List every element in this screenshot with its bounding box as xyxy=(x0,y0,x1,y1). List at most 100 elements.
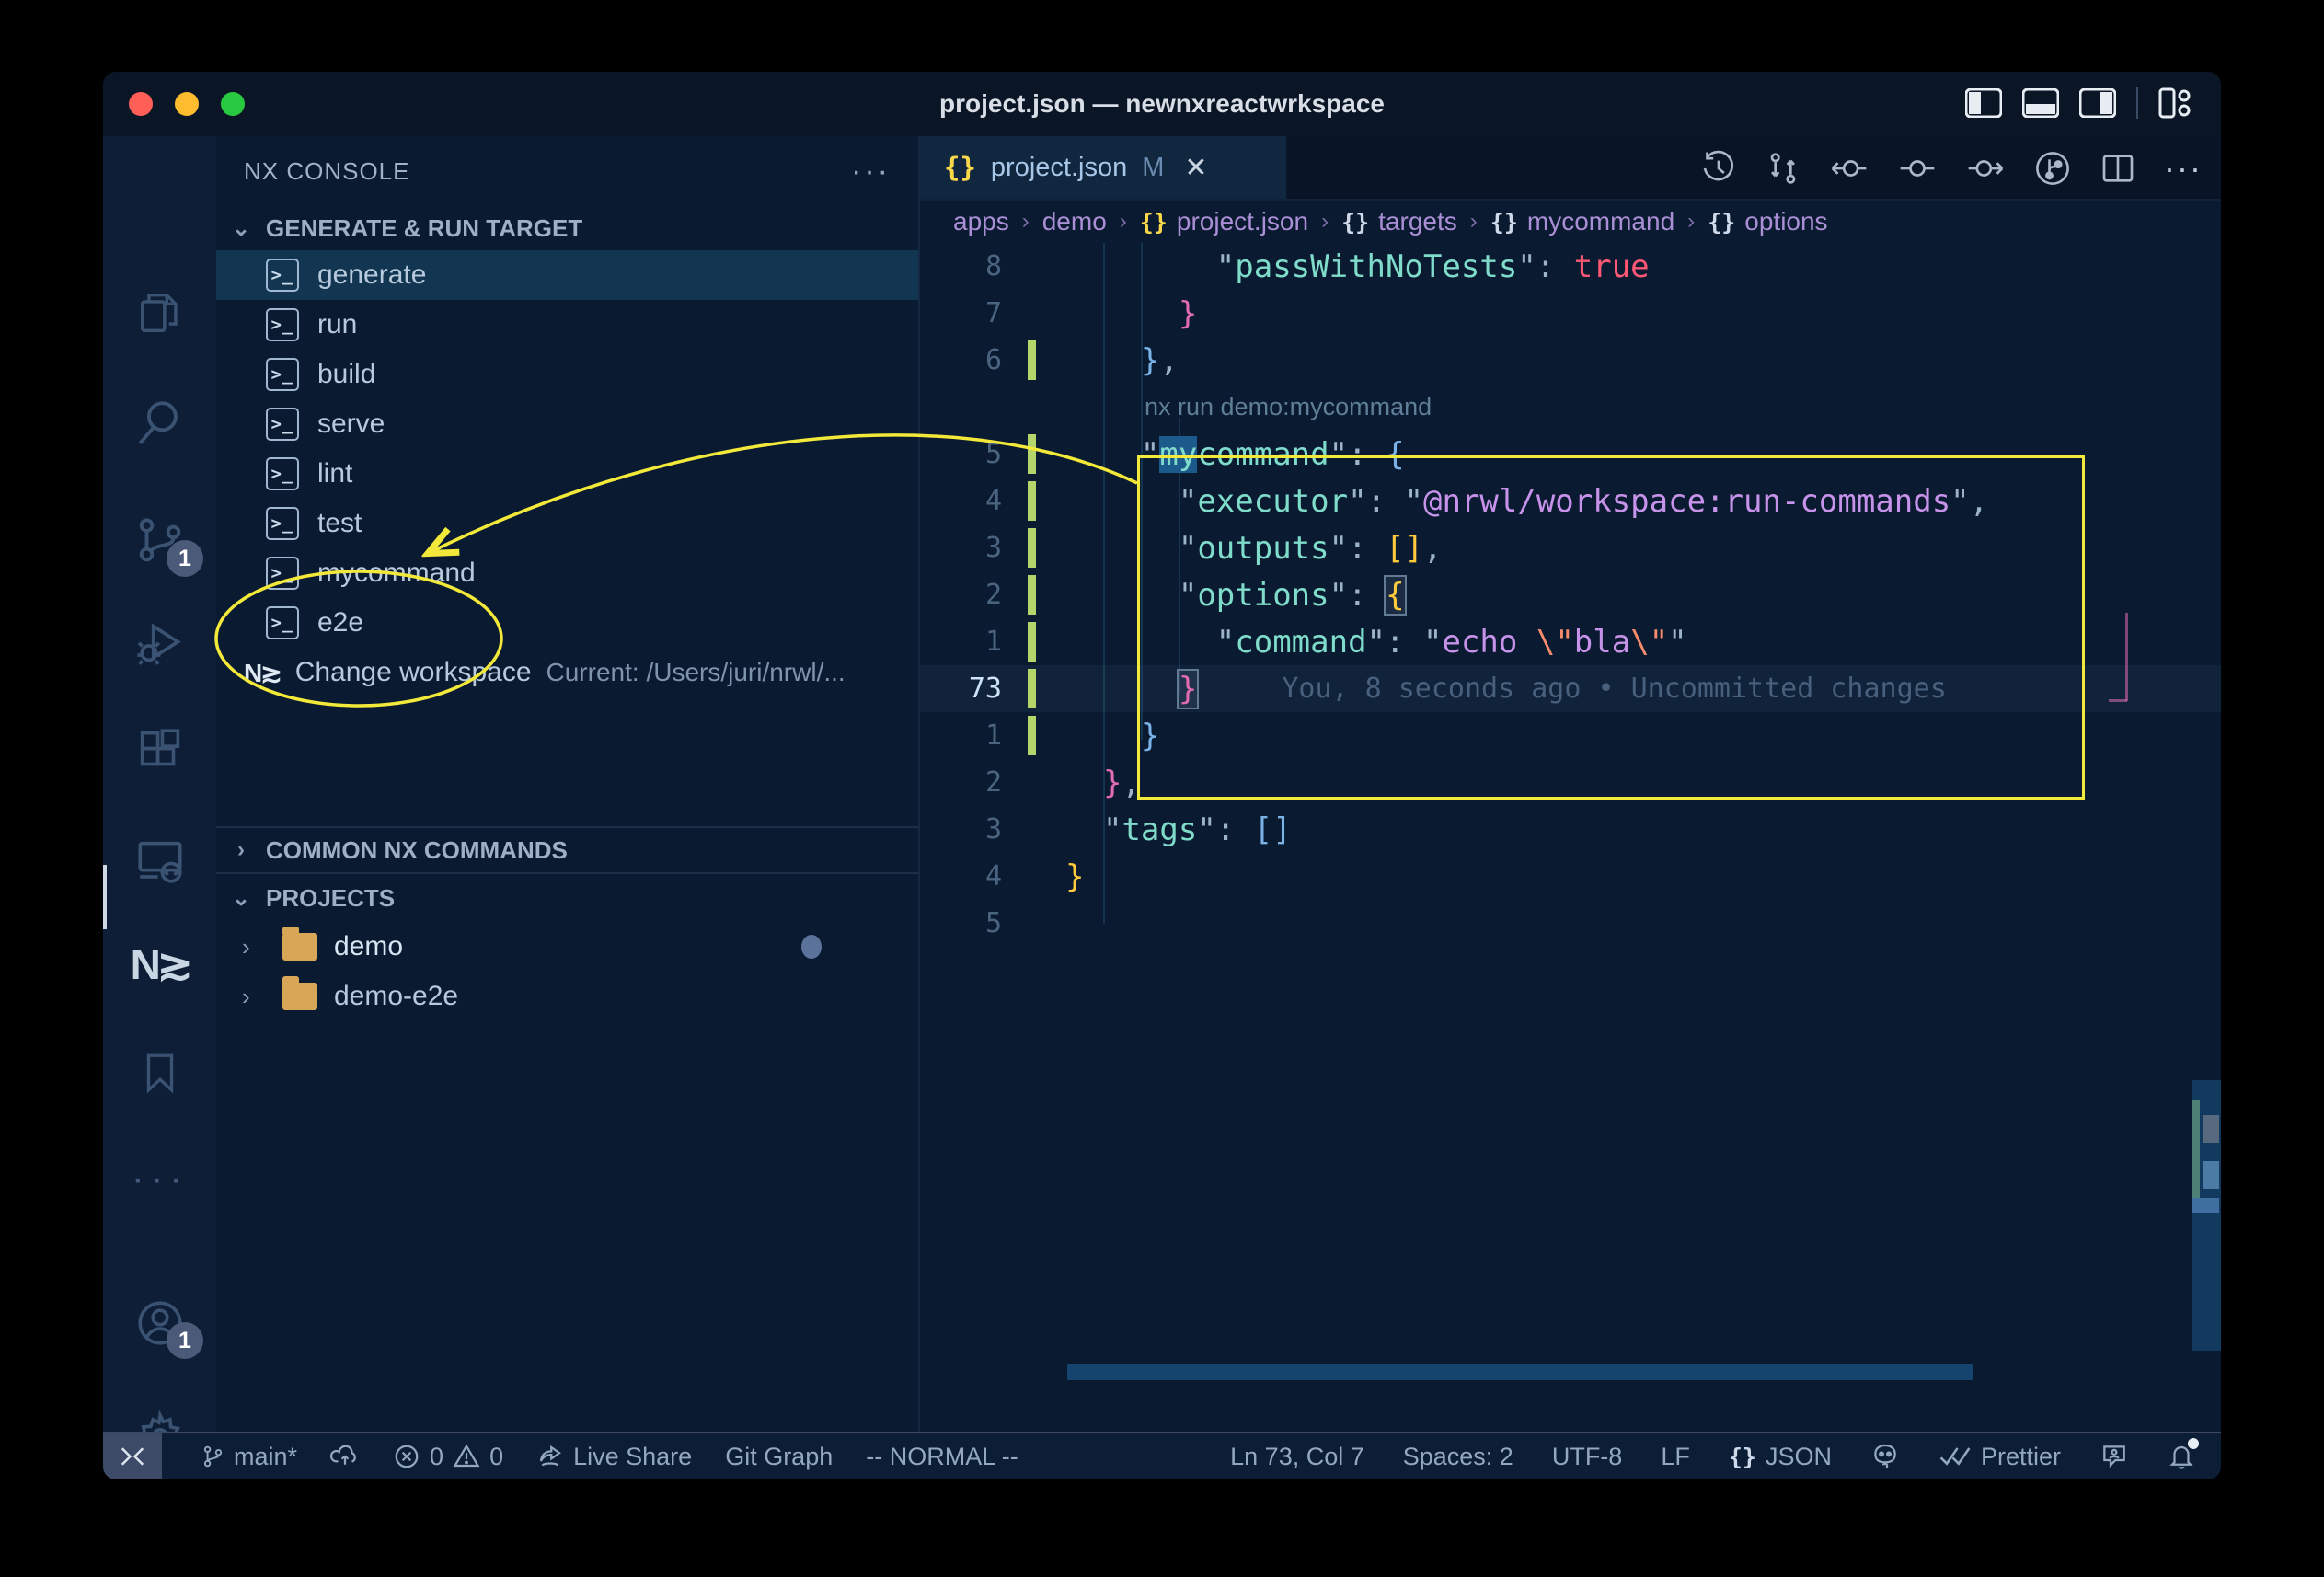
indentation-setting[interactable]: Spaces: 2 xyxy=(1403,1443,1513,1471)
source-control-icon[interactable]: 1 xyxy=(103,490,216,592)
bookmarks-icon[interactable] xyxy=(103,1022,216,1123)
editor-more-actions-icon[interactable]: ··· xyxy=(2164,149,2203,188)
previous-change-icon[interactable] xyxy=(1829,150,1870,187)
json-braces-icon: {} xyxy=(1341,209,1369,236)
sidebar-item-mycommand[interactable]: >_mycommand xyxy=(216,548,918,598)
feedback-icon[interactable] xyxy=(2100,1442,2129,1471)
nx-console-icon[interactable]: N≳ xyxy=(103,914,216,1015)
code-line: 4 "executor": "@nrwl/workspace:run-comma… xyxy=(920,478,2221,524)
modified-line-gutter-bar xyxy=(1028,622,1036,662)
toggle-secondary-sidebar-icon[interactable] xyxy=(2079,88,2116,118)
code-line: 7 } xyxy=(920,290,2221,337)
titlebar-separator xyxy=(2136,87,2138,119)
breadcrumb-apps[interactable]: apps xyxy=(953,207,1009,236)
timeline-history-icon[interactable] xyxy=(1700,150,1737,187)
close-window-button[interactable] xyxy=(129,92,153,116)
toggle-panel-icon[interactable] xyxy=(2022,88,2059,118)
overview-ruler-mark xyxy=(2203,1161,2219,1189)
eol-setting[interactable]: LF xyxy=(1661,1443,1690,1471)
sidebar-item-change-workspace[interactable]: N≳ Change workspace Current: /Users/juri… xyxy=(216,648,918,697)
sidebar-item-e2e[interactable]: >_e2e xyxy=(216,598,918,648)
sidebar-item-build[interactable]: >_build xyxy=(216,350,918,399)
zoom-window-button[interactable] xyxy=(221,92,245,116)
sidebar-item-test[interactable]: >_test xyxy=(216,499,918,548)
nx-console-sidebar: NX CONSOLE ··· ⌄ GENERATE & RUN TARGET >… xyxy=(216,136,920,1432)
vertical-scrollbar[interactable] xyxy=(2192,1080,2221,1351)
live-share-button[interactable]: Live Share xyxy=(536,1443,692,1471)
section-projects[interactable]: ⌄ PROJECTS xyxy=(216,874,918,922)
modified-line-gutter-bar xyxy=(1028,481,1036,521)
compare-changes-icon[interactable] xyxy=(1765,150,1801,187)
sidebar-more-actions-icon[interactable]: ··· xyxy=(851,154,891,190)
horizontal-scrollbar[interactable] xyxy=(1067,1364,1973,1380)
breadcrumb-label: options xyxy=(1744,207,1827,236)
breadcrumb-separator-icon: › xyxy=(1022,209,1030,235)
breadcrumb-mycommand[interactable]: {}mycommand xyxy=(1490,207,1674,236)
json-file-icon: {} xyxy=(944,152,976,183)
remote-indicator[interactable] xyxy=(103,1433,162,1479)
folder-icon xyxy=(282,983,317,1010)
line-number: 2 xyxy=(920,766,1017,799)
line-number: 3 xyxy=(920,532,1017,564)
breadcrumb-project-json[interactable]: {}project.json xyxy=(1140,207,1308,236)
breadcrumb-demo[interactable]: demo xyxy=(1042,207,1107,236)
bracket-pair-guide xyxy=(2109,699,2127,702)
breadcrumb-label: targets xyxy=(1378,207,1457,236)
search-icon[interactable] xyxy=(103,373,216,474)
next-change-icon[interactable] xyxy=(1965,150,2006,187)
codelens-row[interactable]: nx run demo:mycommand xyxy=(920,384,2221,431)
vim-mode-indicator[interactable]: -- NORMAL -- xyxy=(866,1443,1018,1471)
problems-status[interactable]: 0 0 xyxy=(393,1443,503,1471)
notifications-bell[interactable] xyxy=(2168,1442,2195,1471)
code-line: 2 "options": { xyxy=(920,571,2221,618)
run-commit-graph-icon[interactable] xyxy=(2033,149,2072,188)
git-graph-button[interactable]: Git Graph xyxy=(725,1443,833,1471)
projects-list: ›demo›demo-e2e xyxy=(216,922,918,1021)
run-debug-icon[interactable] xyxy=(103,593,216,695)
split-editor-icon[interactable] xyxy=(2100,150,2136,187)
git-branch-status[interactable]: main* xyxy=(201,1443,297,1471)
sync-changes-button[interactable] xyxy=(330,1443,360,1470)
sidebar-item-lint[interactable]: >_lint xyxy=(216,449,918,499)
remote-explorer-icon[interactable] xyxy=(103,811,216,912)
current-change-icon[interactable] xyxy=(1897,150,1938,187)
more-views-icon[interactable]: ··· xyxy=(103,1128,216,1229)
code-line: 4} xyxy=(920,853,2221,900)
extensions-icon[interactable] xyxy=(103,700,216,801)
sidebar-item-generate[interactable]: >_generate xyxy=(216,250,918,300)
breadcrumb-separator-icon: › xyxy=(1120,209,1127,235)
line-number: 1 xyxy=(920,719,1017,752)
git-branch-icon xyxy=(201,1443,224,1470)
section-generate-run-target[interactable]: ⌄ GENERATE & RUN TARGET xyxy=(216,206,918,250)
sidebar-item-serve[interactable]: >_serve xyxy=(216,399,918,449)
target-label: build xyxy=(317,359,375,390)
breadcrumb-targets[interactable]: {} targets xyxy=(1341,207,1457,236)
breadcrumb-options[interactable]: {}options xyxy=(1708,207,1827,236)
formatter-status[interactable]: Prettier xyxy=(1939,1443,2061,1471)
code-editor[interactable]: 8 "passWithNoTests": true7 }6 },nx run d… xyxy=(920,243,2221,1432)
github-octoface-icon[interactable] xyxy=(1870,1442,1900,1471)
project-item-demo-e2e[interactable]: ›demo-e2e xyxy=(216,972,918,1021)
minimize-window-button[interactable] xyxy=(175,92,199,116)
codelens-run-command[interactable]: nx run demo:mycommand xyxy=(1145,393,1432,421)
toggle-sidebar-icon[interactable] xyxy=(1965,88,2002,118)
breadcrumb-label: project.json xyxy=(1177,207,1308,236)
encoding-setting[interactable]: UTF-8 xyxy=(1552,1443,1623,1471)
language-mode[interactable]: {} JSON xyxy=(1729,1443,1832,1471)
line-number: 5 xyxy=(920,907,1017,939)
sidebar-item-run[interactable]: >_run xyxy=(216,300,918,350)
terminal-icon: >_ xyxy=(266,259,299,292)
project-item-demo[interactable]: ›demo xyxy=(216,922,918,972)
modified-indicator: M xyxy=(1142,153,1164,183)
customize-layout-icon[interactable] xyxy=(2158,87,2193,119)
section-common-nx-commands[interactable]: › COMMON NX COMMANDS xyxy=(216,826,918,874)
close-tab-icon[interactable]: ✕ xyxy=(1184,152,1207,184)
cursor-position[interactable]: Ln 73, Col 7 xyxy=(1230,1443,1364,1471)
tab-bar: {} project.json M ✕ ··· xyxy=(920,136,2221,201)
code-line: 3 "tags": [] xyxy=(920,806,2221,853)
explorer-icon[interactable] xyxy=(103,262,216,363)
tab-project-json[interactable]: {} project.json M ✕ xyxy=(920,136,1286,199)
nx-logo-icon: N≳ xyxy=(244,658,281,688)
accounts-icon[interactable]: 1 xyxy=(103,1272,216,1374)
breadcrumb-separator-icon: › xyxy=(1687,209,1695,235)
